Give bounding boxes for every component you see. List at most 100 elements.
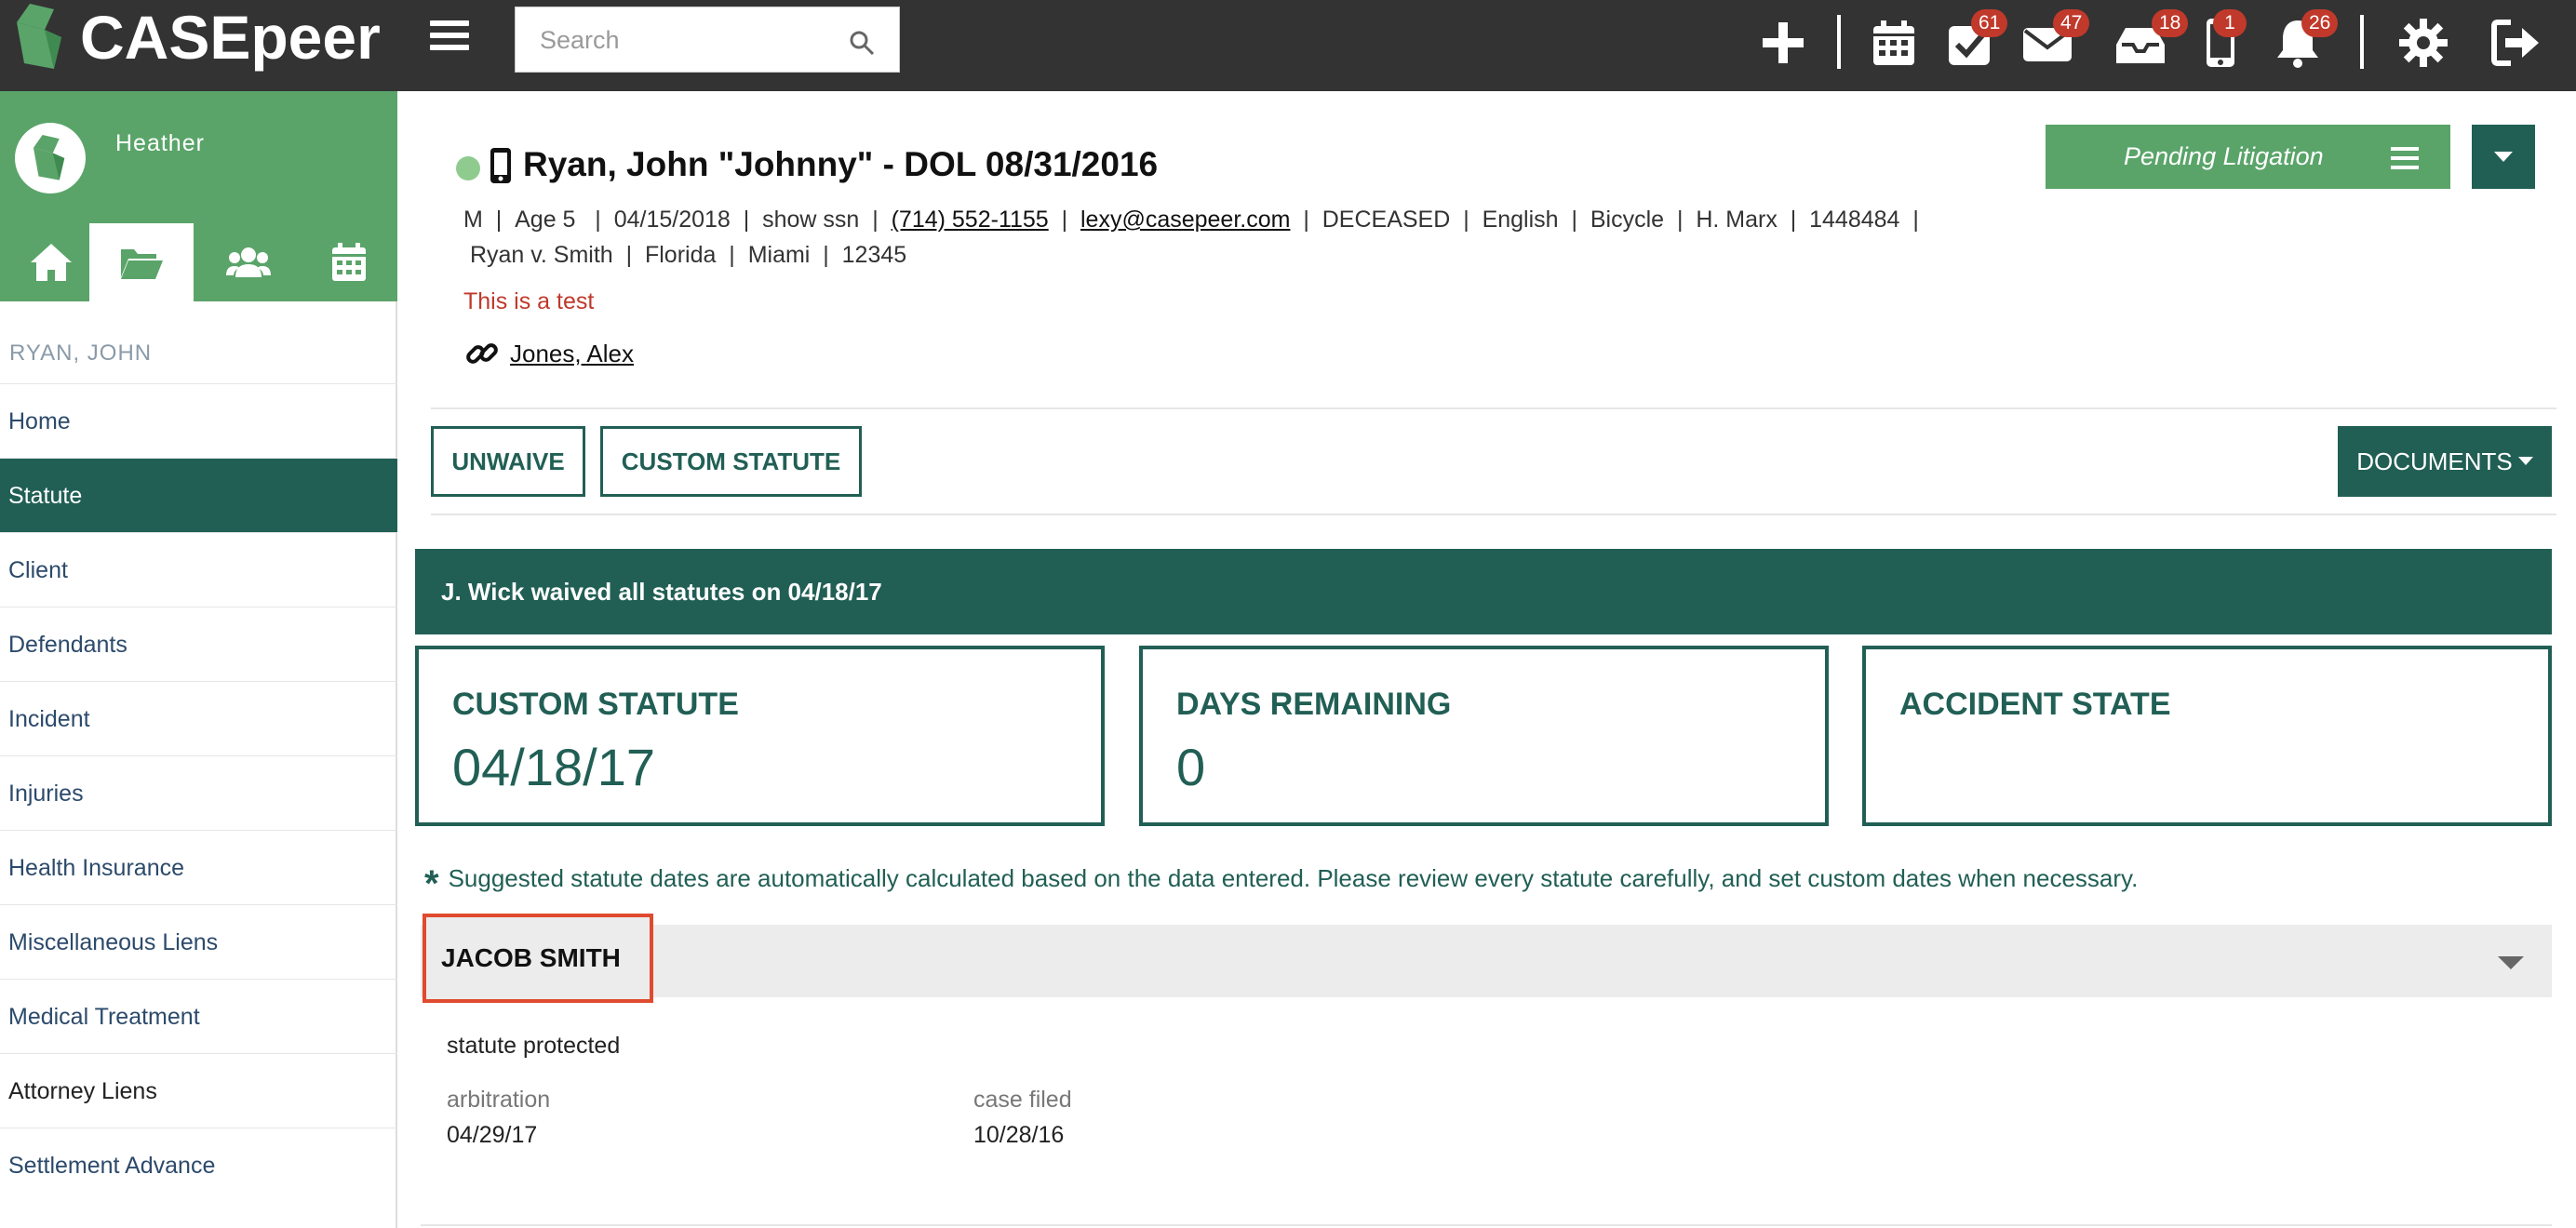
documents-dropdown-button[interactable]: DOCUMENTS xyxy=(2338,426,2552,497)
case-filed-label: case filed xyxy=(973,1087,1072,1113)
list-icon xyxy=(2391,147,2419,175)
case-city: Miami xyxy=(747,242,811,268)
phone-badge: 1 xyxy=(2213,9,2247,37)
inbox-badge: 18 xyxy=(2152,9,2189,37)
tasks-icon[interactable]: 61 xyxy=(1939,9,2008,73)
case-nav: Home Statute Client Defendants Incident … xyxy=(0,383,397,1202)
waived-banner: J. Wick waived all statutes on 04/18/17 xyxy=(415,549,2552,634)
calendar-icon[interactable] xyxy=(1864,13,1924,73)
search-bar xyxy=(515,7,900,73)
client-language: English xyxy=(1482,207,1559,233)
casepeer-leaf-icon xyxy=(33,135,65,180)
chevron-down-icon xyxy=(2494,151,2513,162)
tab-contacts[interactable] xyxy=(197,223,300,301)
user-name: Heather xyxy=(115,130,205,156)
custom-statute-button[interactable]: CUSTOM STATUTE xyxy=(600,426,862,497)
documents-label: DOCUMENTS xyxy=(2356,447,2513,475)
menu-toggle-icon[interactable] xyxy=(430,20,469,54)
sidebar-item-incident[interactable]: Incident xyxy=(0,681,397,755)
case-title: Ryan, John "Johnny" - DOL 08/31/2016 xyxy=(523,145,1159,183)
phone-icon[interactable]: 1 xyxy=(2191,9,2250,73)
case-zip: 12345 xyxy=(841,242,907,268)
sidebar-item-medical-treatment[interactable]: Medical Treatment xyxy=(0,979,397,1053)
client-phone-link[interactable]: (714) 552-1155 xyxy=(892,207,1049,233)
arbitration-label: arbitration xyxy=(447,1087,551,1113)
sidebar-item-statute[interactable]: Statute xyxy=(0,458,397,532)
asterisk-icon: * xyxy=(424,863,439,904)
main-content: Ryan, John "Johnny" - DOL 08/31/2016 M |… xyxy=(400,91,2576,1228)
case-name-label: RYAN, JOHN xyxy=(9,340,153,366)
related-case-link[interactable]: Jones, Alex xyxy=(510,340,634,368)
card-value: 0 xyxy=(1176,738,1206,796)
case-meta-line-1: M | Age 5 | 04/15/2018 | show ssn | (714… xyxy=(463,207,1919,233)
home-icon xyxy=(31,244,72,281)
unwaive-button[interactable]: UNWAIVE xyxy=(431,426,585,497)
case-stage-dropdown-button[interactable] xyxy=(2472,125,2535,189)
calendar-icon xyxy=(332,243,366,281)
divider xyxy=(431,514,2556,515)
tasks-badge: 61 xyxy=(1971,9,2008,37)
suggestion-note: * Suggested statute dates are automatical… xyxy=(424,863,2138,905)
sidebar-item-miscellaneous-liens[interactable]: Miscellaneous Liens xyxy=(0,904,397,979)
client-sex: M xyxy=(463,207,483,233)
users-icon xyxy=(226,247,271,277)
bell-icon[interactable]: 26 xyxy=(2268,9,2339,73)
case-note: This is a test xyxy=(463,288,595,314)
top-navbar: CASEpeer 61 4 xyxy=(0,0,2576,91)
sidebar-item-client[interactable]: Client xyxy=(0,532,397,607)
brand-name: CASEpeer xyxy=(80,3,381,72)
related-case: Jones, Alex xyxy=(463,335,634,372)
sidebar-tabs xyxy=(0,223,397,301)
case-stage-label: Pending Litigation xyxy=(2124,142,2324,170)
chevron-down-icon[interactable] xyxy=(2498,956,2524,969)
client-age: Age 5 xyxy=(515,207,576,233)
show-ssn-link[interactable]: show ssn xyxy=(762,207,859,233)
casepeer-leaf-icon xyxy=(17,4,61,69)
sidebar-item-settlement-advance[interactable]: Settlement Advance xyxy=(0,1128,397,1202)
divider xyxy=(431,407,2556,409)
client-email-link[interactable]: lexy@casepeer.com xyxy=(1080,207,1290,233)
case-stage-button[interactable]: Pending Litigation xyxy=(2046,125,2450,189)
caret-down-icon xyxy=(2517,457,2533,465)
case-filed-value: 10/28/16 xyxy=(973,1122,1065,1148)
brand-logo[interactable]: CASEpeer xyxy=(17,0,381,74)
add-icon[interactable] xyxy=(1753,13,1813,73)
mobile-phone-icon xyxy=(490,148,511,183)
search-input[interactable] xyxy=(540,19,847,61)
sidebar-item-defendants[interactable]: Defendants xyxy=(0,607,397,681)
case-state: Florida xyxy=(644,242,717,268)
defendant-name[interactable]: JACOB SMITH xyxy=(423,914,653,1003)
user-panel: Heather xyxy=(0,91,397,223)
suggestion-text: Suggested statute dates are automaticall… xyxy=(448,864,2139,892)
status-indicator-icon xyxy=(456,156,480,180)
case-type: Bicycle xyxy=(1590,207,1665,233)
card-label: ACCIDENT STATE xyxy=(1899,687,2171,722)
arbitration-value: 04/29/17 xyxy=(447,1122,538,1148)
case-number: 1448484 xyxy=(1809,207,1900,233)
tab-calendar[interactable] xyxy=(298,223,400,301)
defendant-accordion-header[interactable] xyxy=(421,925,2552,997)
sidebar-item-home[interactable]: Home xyxy=(0,383,397,458)
logout-icon[interactable] xyxy=(2487,13,2546,73)
sidebar-item-attorney-liens[interactable]: Attorney Liens xyxy=(0,1053,397,1128)
inbox-icon[interactable]: 18 xyxy=(2111,9,2189,73)
sidebar-item-health-insurance[interactable]: Health Insurance xyxy=(0,830,397,904)
sidebar-item-injuries[interactable]: Injuries xyxy=(0,755,397,830)
case-meta-line-2: Ryan v. Smith | Florida | Miami | 12345 xyxy=(469,242,907,268)
tab-home[interactable] xyxy=(0,223,102,301)
tab-cases[interactable] xyxy=(89,223,194,301)
days-remaining-card: DAYS REMAINING 0 xyxy=(1139,646,1829,826)
avatar[interactable] xyxy=(15,123,86,194)
statute-protected-text: statute protected xyxy=(447,1033,621,1059)
search-icon[interactable] xyxy=(849,30,875,56)
gear-icon[interactable] xyxy=(2394,13,2453,73)
case-caption: Ryan v. Smith xyxy=(469,242,613,268)
sidebar: Heather RYAN, JOHN Home Statute Client D… xyxy=(0,91,397,1228)
custom-statute-card: CUSTOM STATUTE 04/18/17 xyxy=(415,646,1105,826)
divider xyxy=(1837,15,1841,69)
accident-state-card: ACCIDENT STATE xyxy=(1862,646,2552,826)
mail-icon[interactable]: 47 xyxy=(2018,9,2090,73)
card-value: 04/18/17 xyxy=(452,738,655,796)
card-label: CUSTOM STATUTE xyxy=(452,687,739,722)
client-status: DECEASED xyxy=(1322,207,1451,233)
